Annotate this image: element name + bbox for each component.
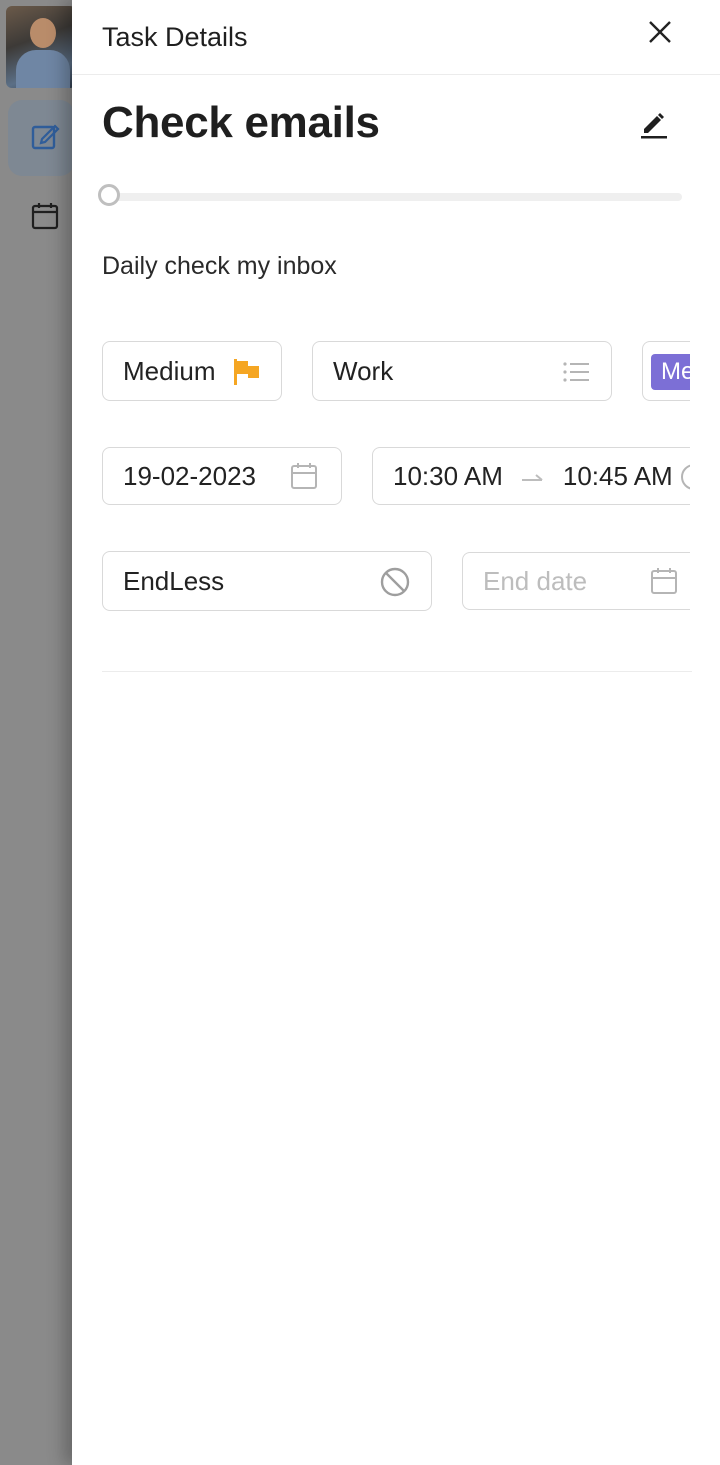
calendar-icon [289,461,319,491]
list-label: Work [333,355,394,386]
repeat-field[interactable]: EndLess [102,551,432,611]
pencil-icon [639,109,669,144]
task-title: Check emails [102,98,380,147]
no-icon [379,566,411,598]
drawer-header: Task Details [72,0,720,75]
sidebar-item-tasks[interactable] [8,100,74,176]
date-field[interactable]: 19-02-2023 [102,447,342,505]
repeat-label: EndLess [123,565,225,596]
close-icon [647,19,673,50]
drawer-title: Task Details [102,22,248,52]
calendar-icon [649,566,679,596]
avatar[interactable] [6,6,76,88]
end-date-placeholder: End date [483,565,588,596]
close-button[interactable] [642,16,678,52]
date-value: 19-02-2023 [123,460,256,491]
edit-square-icon [30,121,60,156]
end-time: 10:45 AM [562,460,673,491]
priority-label: Medium [123,355,216,386]
arrow-right-icon [503,461,563,492]
time-range-field[interactable]: 10:30 AM 10:45 AM [372,447,712,505]
app-sidebar [0,0,76,1465]
task-description: Daily check my inbox [102,252,337,280]
right-edge-mask [690,330,720,630]
edit-button[interactable] [634,106,674,146]
progress-slider-track[interactable] [110,193,682,201]
flag-icon [231,357,261,387]
list-icon [561,357,591,387]
end-date-field[interactable]: End date [462,552,720,610]
section-divider [102,671,692,672]
start-time: 10:30 AM [393,460,503,491]
list-select[interactable]: Work [312,341,612,401]
task-details-drawer: Task Details Check emails Daily check my… [72,0,720,1465]
priority-select[interactable]: Medium [102,341,282,401]
progress-slider-thumb[interactable] [98,184,120,206]
calendar-icon [30,201,60,236]
sidebar-item-calendar[interactable] [8,180,74,256]
